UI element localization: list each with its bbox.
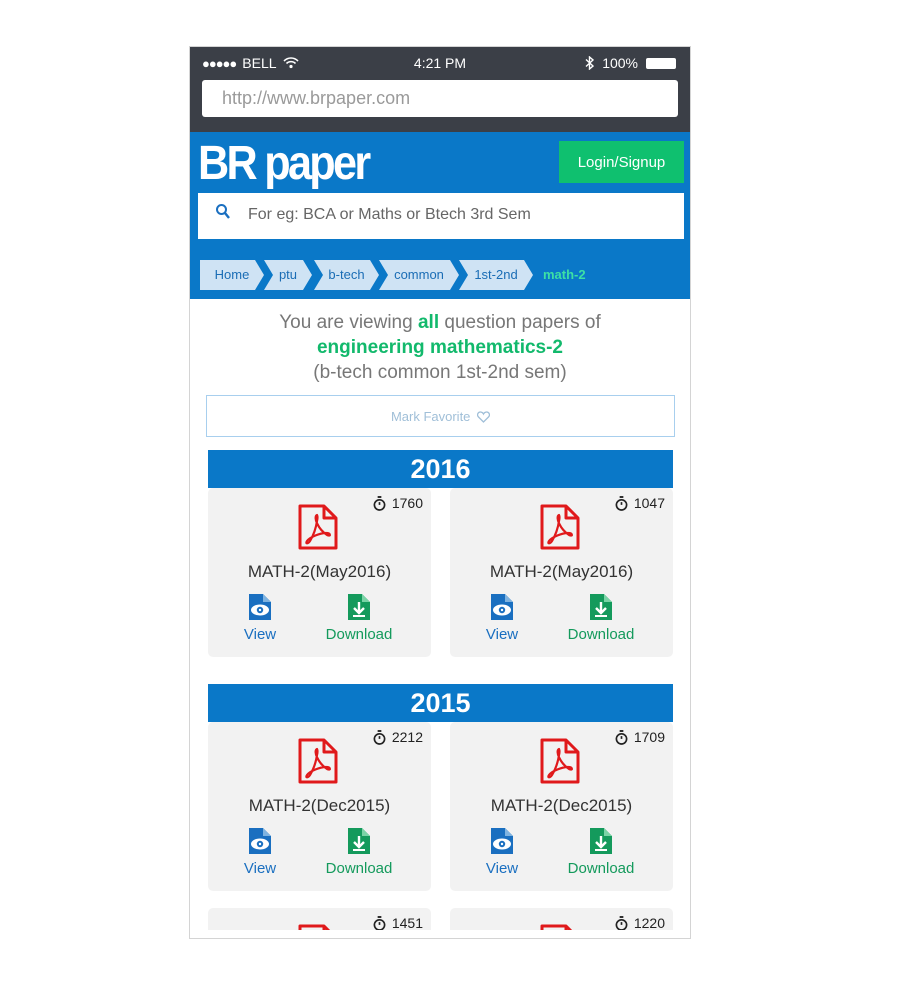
download-icon [347,828,371,854]
site-header: BR paper Login/Signup For eg: BCA or Mat… [190,132,690,249]
phone-frame: ●●●●● BELL 4:21 PM 100% http://www.brpap… [189,46,691,939]
view-count-value: 1220 [633,915,665,931]
paper-title: MATH-2(Dec2015) [490,796,633,815]
breadcrumb-ptu[interactable]: ptu [264,260,312,290]
paper-card: 1047 MATH-2(May2016) View Download [450,488,673,657]
view-label: View [485,860,519,877]
view-icon [248,594,272,620]
battery-icon [646,57,676,69]
heart-icon [477,410,491,423]
breadcrumb-home[interactable]: Home [200,260,264,290]
pdf-icon [298,504,338,550]
url-bar[interactable]: http://www.brpaper.com [202,80,678,117]
view-label: View [485,626,519,643]
viewing-summary: You are viewing all question papers of e… [190,310,690,385]
year-header-2015: 2015 [208,684,673,722]
timer-icon [373,916,386,931]
paper-card: 1709 MATH-2(Dec2015) View Download [450,722,673,891]
paper-card: 2212 MATH-2(Dec2015) View Download [208,722,431,891]
pdf-icon [540,738,580,784]
search-icon [216,204,230,219]
view-icon [248,828,272,854]
view-count: 1451 [373,915,423,931]
view-count-value: 1451 [391,915,423,931]
breadcrumb: Home ptu b-tech common 1st-2nd math-2 [190,249,690,299]
view-count: 1709 [615,729,665,745]
paper-title: MATH-2(May2016) [247,562,392,581]
year-header-2016: 2016 [208,450,673,488]
subject-name: engineering mathematics-2 [316,337,564,358]
view-button[interactable]: View [235,594,285,643]
view-count: 2212 [373,729,423,745]
download-label: Download [567,626,635,643]
battery-percent: 100% [602,55,638,71]
status-bar: ●●●●● BELL 4:21 PM 100% http://www.brpap… [190,47,690,132]
scroll-cutoff [190,930,690,938]
download-button[interactable]: Download [322,594,396,643]
timer-icon [615,730,628,745]
paper-title: MATH-2(Dec2015) [248,796,391,815]
mark-favorite-button[interactable]: Mark Favorite [206,395,675,437]
login-signup-button[interactable]: Login/Signup [559,141,684,183]
timer-icon [615,916,628,931]
view-count: 1760 [373,495,423,511]
summary-suffix: question papers of [439,312,601,333]
bluetooth-icon [585,56,595,70]
view-label: View [243,626,277,643]
view-label: View [243,860,277,877]
view-button[interactable]: View [477,828,527,877]
download-icon [589,828,613,854]
view-count-value: 1709 [633,729,665,745]
download-icon [589,594,613,620]
view-button[interactable]: View [477,594,527,643]
search-placeholder: For eg: BCA or Maths or Btech 3rd Sem [248,206,531,223]
summary-line: You are viewing all question papers of [190,310,690,335]
view-count-value: 1047 [633,495,665,511]
pdf-icon [540,504,580,550]
paper-card: 1760 MATH-2(May2016) View Download [208,488,431,657]
site-logo[interactable]: BR paper [198,136,371,192]
paper-title: MATH-2(May2016) [489,562,634,581]
download-icon [347,594,371,620]
view-count: 1047 [615,495,665,511]
view-icon [490,594,514,620]
summary-prefix: You are viewing [279,312,418,333]
download-button[interactable]: Download [564,594,638,643]
pdf-icon [298,738,338,784]
breadcrumb-common[interactable]: common [379,260,459,290]
view-count: 1220 [615,915,665,931]
view-button[interactable]: View [235,828,285,877]
timer-icon [373,730,386,745]
download-label: Download [325,860,393,877]
download-label: Download [567,860,635,877]
download-button[interactable]: Download [322,828,396,877]
mark-favorite-label: Mark Favorite [390,408,471,424]
timer-icon [373,496,386,511]
view-icon [490,828,514,854]
view-count-value: 2212 [391,729,423,745]
breadcrumb-semester[interactable]: 1st-2nd [459,260,533,290]
battery-area: 100% [585,55,676,71]
download-button[interactable]: Download [564,828,638,877]
summary-highlight: all [417,312,440,333]
subject-context: (b-tech common 1st-2nd sem) [313,362,567,383]
timer-icon [615,496,628,511]
view-count-value: 1760 [391,495,423,511]
download-label: Download [325,626,393,643]
search-input[interactable]: For eg: BCA or Maths or Btech 3rd Sem [198,193,684,239]
breadcrumb-current: math-2 [543,267,586,282]
breadcrumb-btech[interactable]: b-tech [314,260,379,290]
